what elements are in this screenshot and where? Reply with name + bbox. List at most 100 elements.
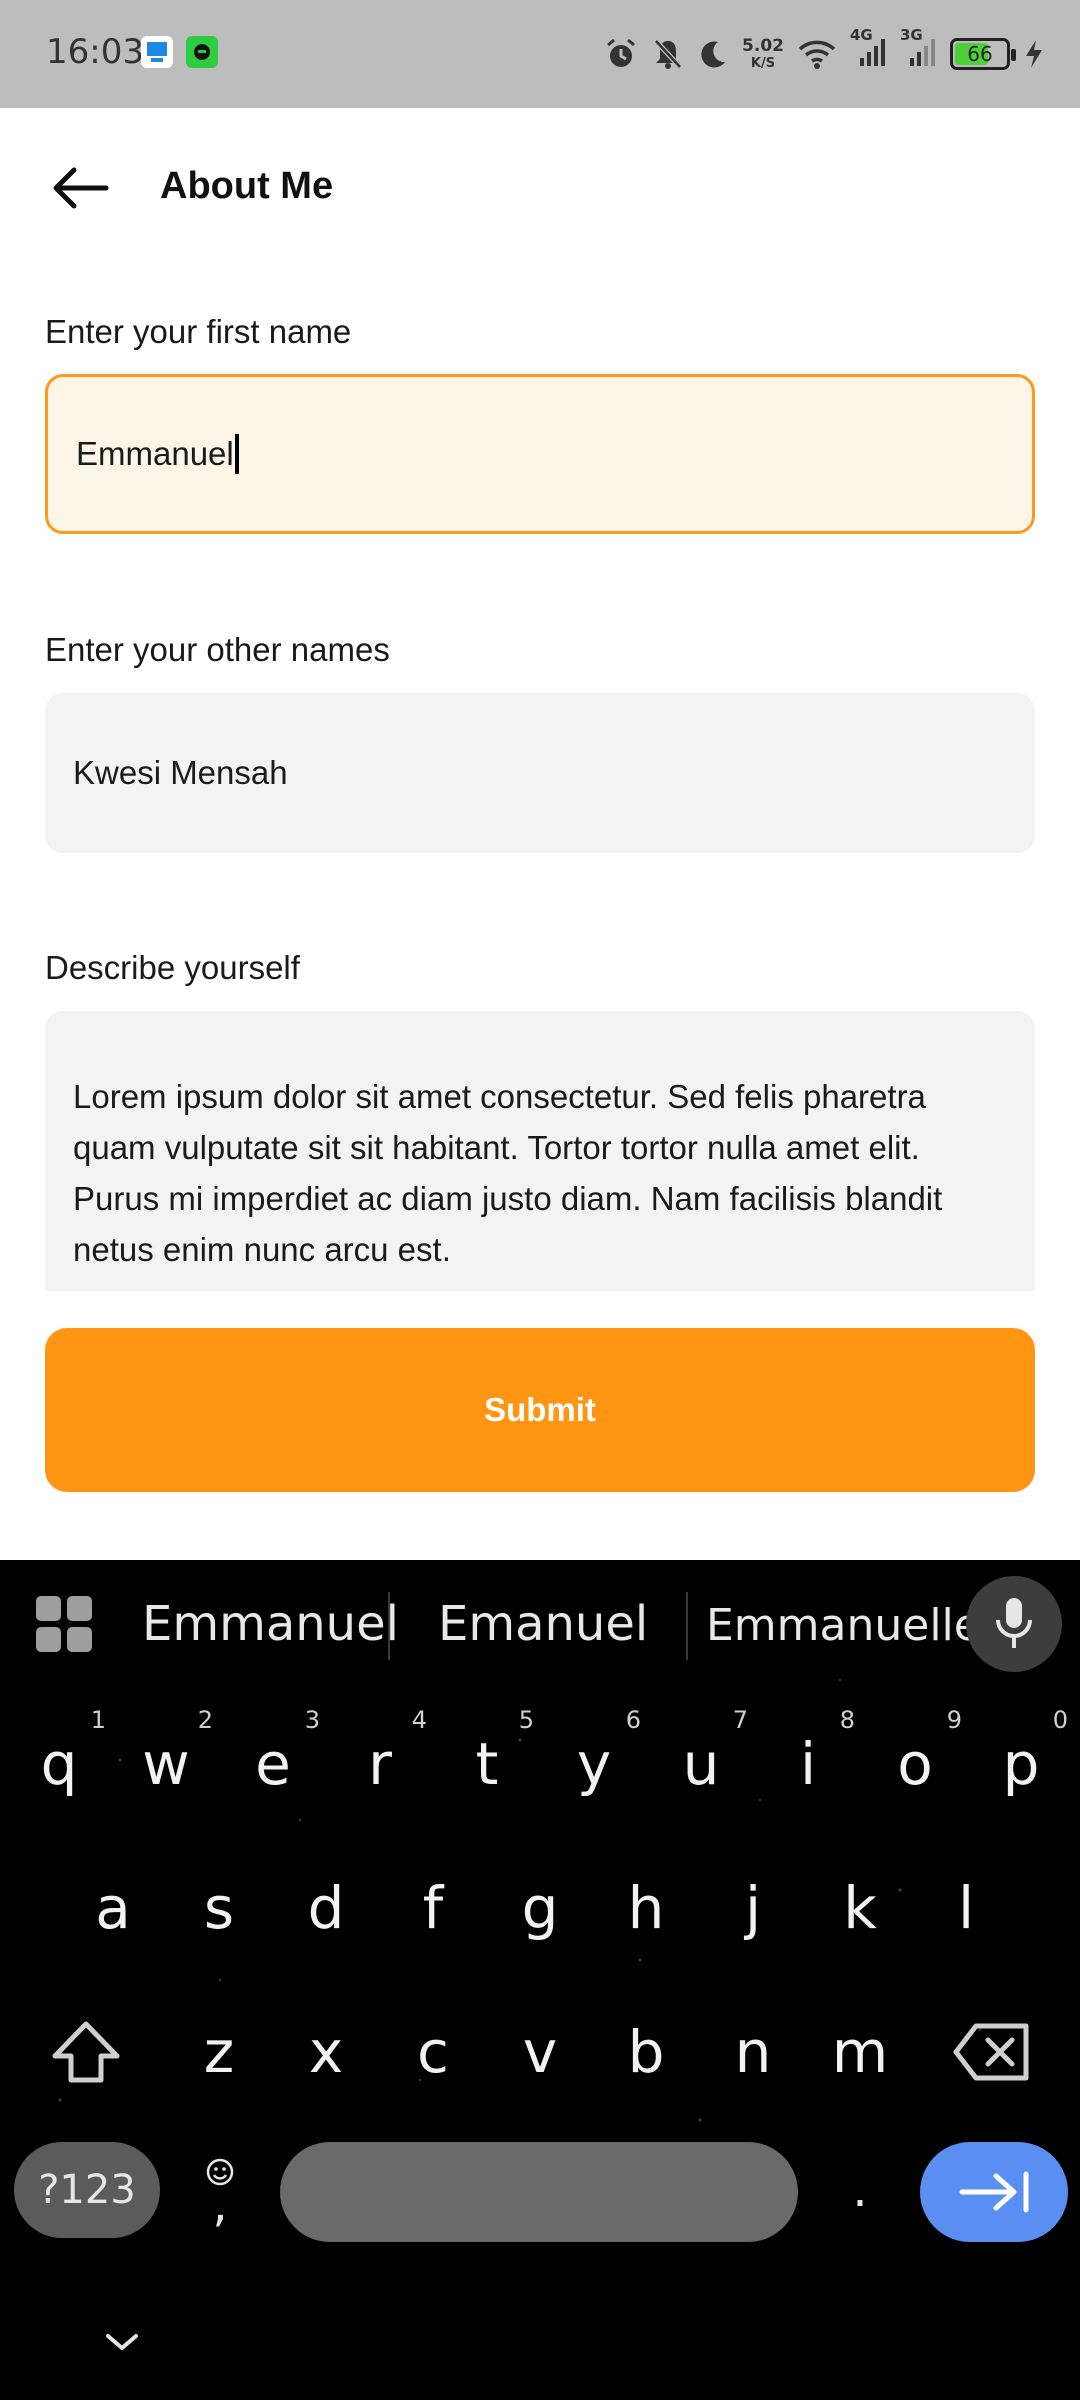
period-key[interactable]: . bbox=[820, 2138, 900, 2242]
key-hint: 6 bbox=[625, 1706, 641, 1734]
network-speed-unit: K/S bbox=[750, 56, 776, 71]
key-label: w bbox=[142, 1730, 190, 1798]
enter-key[interactable] bbox=[920, 2142, 1068, 2242]
key-hint: 1 bbox=[90, 1706, 106, 1734]
signal-4g: 4G bbox=[850, 26, 886, 73]
alarm-icon bbox=[604, 37, 638, 71]
suggestion-1[interactable]: Emmanuel bbox=[142, 1596, 399, 1652]
key-g[interactable]: g bbox=[487, 1848, 593, 1968]
key-q[interactable]: q1 bbox=[6, 1704, 112, 1824]
key-hint: 7 bbox=[732, 1706, 748, 1734]
text-cursor bbox=[234, 434, 239, 474]
network-speed-value: 5.02 bbox=[742, 36, 784, 56]
key-t[interactable]: t5 bbox=[434, 1704, 540, 1824]
shift-icon bbox=[52, 2021, 120, 2083]
arrow-left-icon bbox=[53, 167, 109, 209]
description-value: Lorem ipsum dolor sit amet consectetur. … bbox=[73, 1078, 943, 1268]
network-speed: 5.02 K/S bbox=[742, 36, 784, 71]
first-name-input[interactable]: Emmanuel bbox=[45, 374, 1035, 534]
key-m[interactable]: m bbox=[807, 1992, 913, 2112]
key-n[interactable]: n bbox=[700, 1992, 806, 2112]
key-l[interactable]: l bbox=[913, 1848, 1019, 1968]
key-j[interactable]: j bbox=[700, 1848, 806, 1968]
backspace-key[interactable] bbox=[932, 1992, 1052, 2112]
key-w[interactable]: w2 bbox=[113, 1704, 219, 1824]
key-d[interactable]: d bbox=[273, 1848, 379, 1968]
comma-label: , bbox=[212, 2177, 228, 2233]
microphone-icon bbox=[996, 1598, 1032, 1648]
space-key[interactable] bbox=[280, 2142, 798, 2242]
key-r[interactable]: r4 bbox=[327, 1704, 433, 1824]
suggestion-3[interactable]: Emmanuelle bbox=[706, 1600, 981, 1651]
key-p[interactable]: p0 bbox=[968, 1704, 1074, 1824]
key-label: t bbox=[475, 1730, 499, 1798]
key-label: o bbox=[897, 1730, 933, 1798]
page-title: About Me bbox=[160, 165, 334, 207]
key-f[interactable]: f bbox=[380, 1848, 486, 1968]
key-label: e bbox=[255, 1730, 291, 1798]
chevron-down-icon bbox=[106, 2334, 138, 2350]
key-label: p bbox=[1002, 1730, 1040, 1798]
key-c[interactable]: c bbox=[380, 1992, 486, 2112]
key-hint: 3 bbox=[304, 1706, 320, 1734]
key-hint: 2 bbox=[197, 1706, 213, 1734]
key-k[interactable]: k bbox=[807, 1848, 913, 1968]
symbols-key[interactable]: ?123 bbox=[14, 2142, 160, 2238]
key-label: y bbox=[576, 1730, 612, 1798]
battery-icon: 66 bbox=[950, 38, 1016, 70]
key-x[interactable]: x bbox=[273, 1992, 379, 2112]
other-names-value: Kwesi Mensah bbox=[73, 754, 288, 791]
app-header: About Me bbox=[0, 108, 1080, 268]
key-hint: 0 bbox=[1052, 1706, 1068, 1734]
notification-app-icon bbox=[141, 36, 173, 68]
key-label: u bbox=[682, 1730, 720, 1798]
key-label: r bbox=[368, 1730, 392, 1798]
key-z[interactable]: z bbox=[166, 1992, 272, 2112]
charging-icon bbox=[1024, 38, 1044, 70]
key-e[interactable]: e3 bbox=[220, 1704, 326, 1824]
description-textarea[interactable]: Lorem ipsum dolor sit amet consectetur. … bbox=[45, 1011, 1035, 1291]
key-h[interactable]: h bbox=[593, 1848, 699, 1968]
key-label: q bbox=[40, 1730, 78, 1798]
key-hint: 8 bbox=[839, 1706, 855, 1734]
submit-button[interactable]: Submit bbox=[45, 1328, 1035, 1492]
network-type-2: 3G bbox=[900, 25, 923, 44]
status-time: 16:03 bbox=[46, 32, 144, 72]
mute-icon bbox=[652, 37, 684, 71]
battery-tip bbox=[1011, 49, 1016, 61]
suggestion-divider bbox=[388, 1592, 390, 1660]
keyboard-background bbox=[58, 1678, 982, 2122]
key-o[interactable]: o9 bbox=[862, 1704, 968, 1824]
key-u[interactable]: u7 bbox=[648, 1704, 754, 1824]
apps-grid-icon[interactable] bbox=[36, 1596, 92, 1652]
shift-key[interactable] bbox=[26, 1992, 146, 2112]
suggestion-bar: Emmanuel Emanuel Emmanuelle bbox=[0, 1560, 1080, 1684]
hide-keyboard-button[interactable] bbox=[100, 2320, 144, 2364]
back-button[interactable] bbox=[40, 148, 120, 228]
voice-input-button[interactable] bbox=[966, 1576, 1062, 1672]
notification-app-icon bbox=[186, 36, 218, 68]
key-s[interactable]: s bbox=[166, 1848, 272, 1968]
first-name-value: Emmanuel bbox=[76, 435, 234, 472]
wifi-icon bbox=[798, 38, 836, 70]
key-b[interactable]: b bbox=[593, 1992, 699, 2112]
emoji-comma-key[interactable]: , bbox=[180, 2138, 260, 2242]
key-hint: 9 bbox=[946, 1706, 962, 1734]
description-label: Describe yourself bbox=[45, 949, 300, 986]
status-bar: 16:03 5.02 K/S 4G 3G 66 bbox=[0, 0, 1080, 108]
first-name-label: Enter your first name bbox=[45, 313, 352, 350]
key-v[interactable]: v bbox=[487, 1992, 593, 2112]
soft-keyboard: Emmanuel Emanuel Emmanuelle q1 w2 e3 r4 … bbox=[0, 1560, 1080, 2400]
other-names-input[interactable]: Kwesi Mensah bbox=[45, 693, 1035, 853]
key-i[interactable]: i8 bbox=[755, 1704, 861, 1824]
battery-level: 66 bbox=[967, 42, 993, 66]
signal-3g: 3G bbox=[900, 26, 936, 73]
suggestion-divider bbox=[686, 1592, 688, 1660]
suggestion-2[interactable]: Emanuel bbox=[438, 1596, 648, 1652]
status-icons: 5.02 K/S 4G 3G 66 bbox=[604, 26, 1044, 78]
key-label: i bbox=[799, 1730, 817, 1798]
key-y[interactable]: y6 bbox=[541, 1704, 647, 1824]
key-a[interactable]: a bbox=[60, 1848, 166, 1968]
moon-icon bbox=[698, 38, 728, 70]
backspace-icon bbox=[953, 2023, 1029, 2081]
